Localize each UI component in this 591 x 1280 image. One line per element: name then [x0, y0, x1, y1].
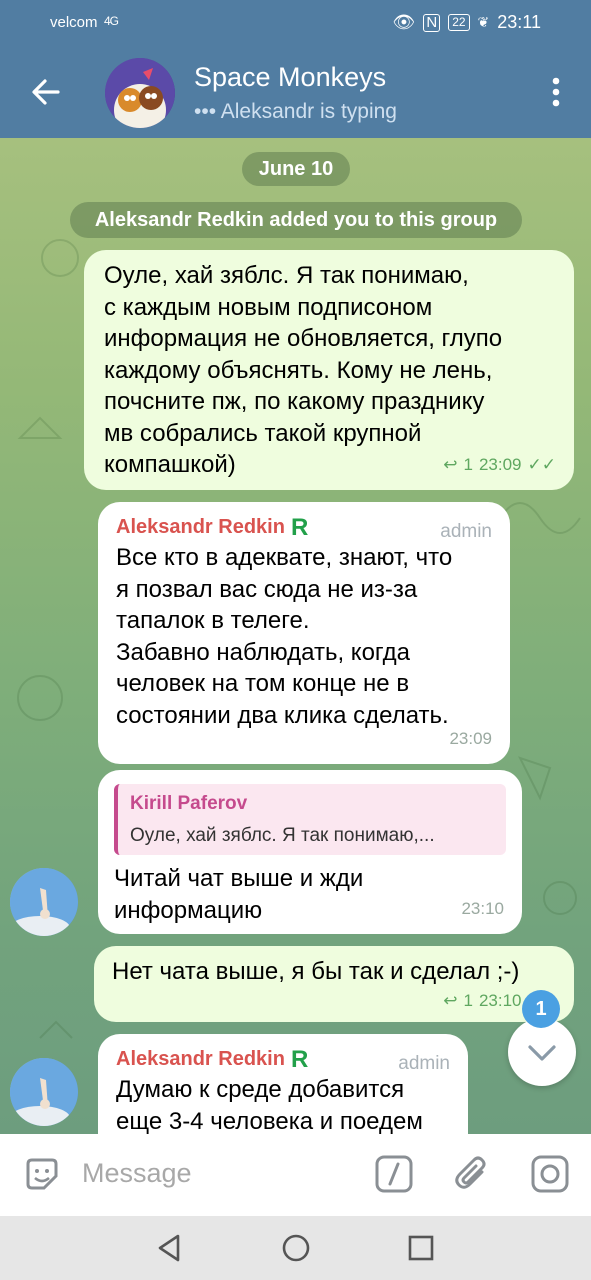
sender-badge-icon: R — [290, 1046, 309, 1074]
admin-label: admin — [398, 1053, 450, 1074]
message-bubble-outgoing[interactable]: Нет чата выше, я бы так и сделал ;-) ↩ 1… — [94, 946, 574, 1022]
message-input[interactable]: Message — [82, 1158, 192, 1189]
clock-time: 23:11 — [497, 12, 541, 32]
battery-icon: 22 — [448, 14, 470, 31]
system-message: Aleksandr Redkin added you to this group — [70, 202, 522, 238]
message-input-bar: Message — [0, 1134, 591, 1216]
reply-arrow-icon: ↩ — [443, 990, 458, 1010]
emoji-sticker-icon[interactable] — [22, 1154, 62, 1194]
status-bar: velcom 4G 👁 N 22 ❦ 23:11 — [0, 0, 591, 46]
eye-icon: 👁 — [392, 12, 416, 32]
message-time: 23:09 — [449, 728, 492, 748]
message-bubble-incoming[interactable]: Aleksandr Redkin R admin Думаю к среде д… — [98, 1034, 468, 1134]
unread-count-badge: 1 — [522, 990, 560, 1028]
reply-preview-text: Оуле, хай зяблс. Я так понимаю,... — [130, 824, 435, 846]
message-text: Оуле, хай зяблс. Я так понимаю, с каждым… — [104, 262, 503, 478]
chat-header: Space Monkeys ••• Aleksandr is typing — [0, 46, 591, 138]
reply-count: 1 — [463, 454, 473, 474]
group-avatar[interactable] — [105, 58, 175, 128]
carrier-name: velcom — [50, 14, 98, 31]
sender-label: Aleksandr Redkin — [116, 516, 285, 539]
nav-back-icon[interactable] — [154, 1232, 186, 1264]
attach-paperclip-icon[interactable] — [452, 1154, 492, 1194]
message-meta: ↩ 1 23:09 ✓✓ — [443, 449, 556, 481]
message-text: Читай чат выше и жди информацию — [114, 865, 364, 924]
nfc-icon: N — [423, 13, 441, 32]
message-time: 23:10 — [478, 990, 522, 1010]
user-avatar[interactable] — [10, 1058, 78, 1126]
sender-label: Aleksandr Redkin — [116, 1048, 285, 1071]
reply-quote[interactable]: Kirill Paferov Оуле, хай зяблс. Я так по… — [114, 784, 506, 855]
reply-count: 1 — [463, 990, 473, 1010]
bot-commands-icon[interactable] — [374, 1154, 414, 1194]
message-bubble-outgoing[interactable]: Оуле, хай зяблс. Я так понимаю, с каждым… — [84, 250, 574, 490]
message-text: Все кто в адеквате, знают, что я позвал … — [116, 544, 453, 729]
chevron-down-icon — [528, 1045, 556, 1061]
system-nav-bar — [0, 1216, 591, 1280]
message-bubble-incoming[interactable]: Kirill Paferov Оуле, хай зяблс. Я так по… — [98, 770, 522, 934]
message-bubble-incoming[interactable]: Aleksandr Redkin R admin Все кто в адекв… — [98, 502, 510, 764]
date-separator: June 10 — [242, 152, 350, 186]
scroll-down-button[interactable] — [508, 1018, 576, 1086]
more-vert-icon[interactable] — [551, 76, 561, 108]
message-time: 23:09 — [478, 454, 522, 474]
reply-arrow-icon: ↩ — [443, 454, 458, 474]
message-text: Думаю к среде добавится еще 3-4 человека… — [116, 1076, 423, 1134]
chat-area[interactable]: June 10 Aleksandr Redkin added you to th… — [0, 138, 591, 1134]
typing-status: ••• Aleksandr is typing — [194, 100, 397, 123]
user-avatar[interactable] — [10, 868, 78, 936]
camera-icon[interactable] — [530, 1154, 570, 1194]
message-time: 23:10 — [461, 898, 504, 918]
nav-home-icon[interactable] — [280, 1232, 312, 1264]
reply-sender-name: Kirill Paferov — [130, 793, 248, 814]
back-arrow-icon[interactable] — [28, 74, 64, 110]
message-meta: 23:09 — [449, 723, 492, 755]
chat-title: Space Monkeys — [194, 62, 387, 92]
admin-label: admin — [440, 521, 492, 542]
nav-recents-icon[interactable] — [405, 1232, 437, 1264]
message-meta: 23:10 — [461, 893, 504, 925]
sender-badge-icon: R — [290, 514, 309, 542]
sender-name[interactable]: Aleksandr Redkin R — [116, 514, 492, 542]
leaf-icon: ❦ — [477, 14, 490, 30]
message-text: Нет чата выше, я бы так и сделал ;-) — [112, 958, 520, 985]
double-check-icon: ✓✓ — [527, 454, 557, 474]
signal-icon: 4G — [104, 14, 119, 28]
